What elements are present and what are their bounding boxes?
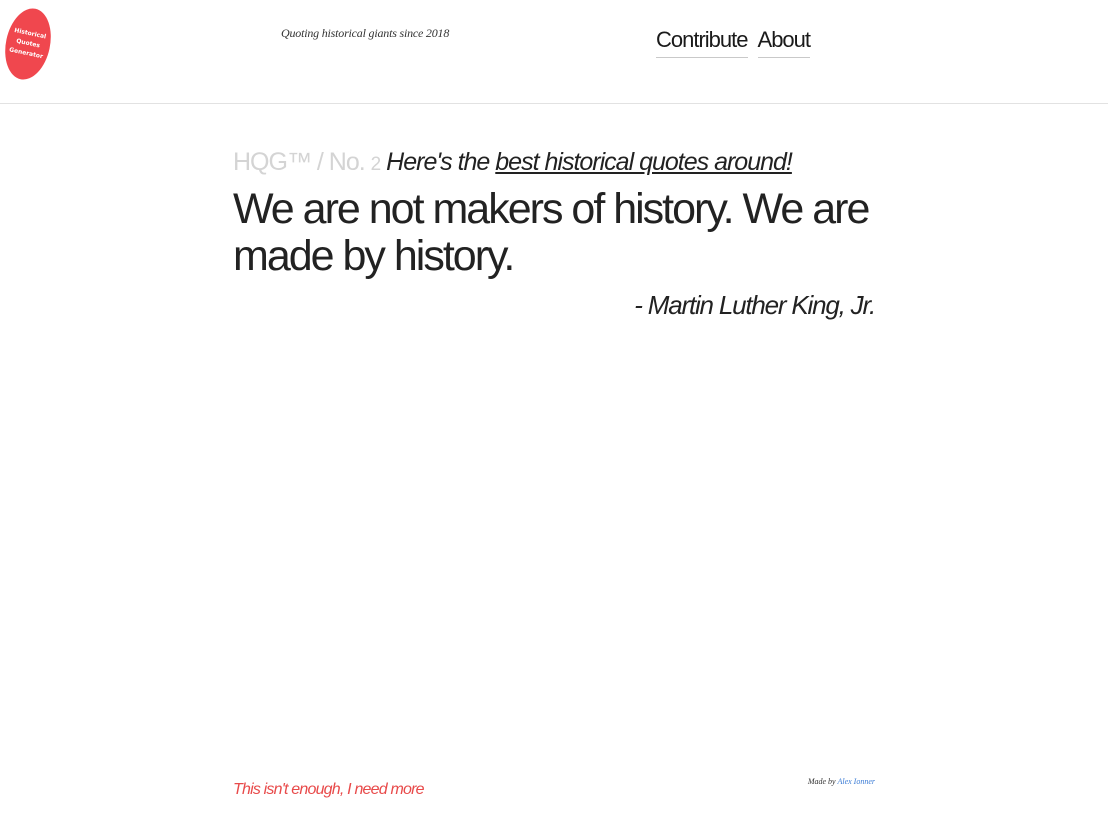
brand-label: HQG™ / No.	[233, 148, 366, 176]
quote-kicker: HQG™ / No. 2 Here's the best historical …	[233, 146, 793, 181]
quote-text: We are not makers of history. We are mad…	[233, 185, 870, 280]
site-logo[interactable]: Historical Quotes Generator	[0, 4, 58, 84]
lead-text: Here's the best historical quotes around…	[386, 148, 793, 176]
quote-number: 2	[370, 154, 382, 175]
main-nav: Contribute About	[656, 27, 811, 58]
best-quotes-link[interactable]: best historical quotes around!	[495, 148, 793, 176]
quote-number-label: HQG™ / No. 2	[233, 148, 382, 176]
footer-credit: Made by Alex Ionner	[808, 777, 875, 786]
site-header: Historical Quotes Generator Quoting hist…	[0, 0, 1108, 104]
site-tagline: Quoting historical giants since 2018	[281, 26, 450, 40]
quote-author: - Martin Luther King, Jr.	[634, 290, 876, 320]
author-credit-link[interactable]: Alex Ionner	[837, 777, 875, 786]
nav-about-link[interactable]: About	[757, 27, 811, 58]
lead-prefix: Here's the	[386, 148, 496, 176]
more-quotes-link[interactable]: This isn't enough, I need more	[233, 781, 425, 799]
nav-contribute-link[interactable]: Contribute	[656, 27, 749, 58]
credit-prefix: Made by	[807, 777, 838, 786]
